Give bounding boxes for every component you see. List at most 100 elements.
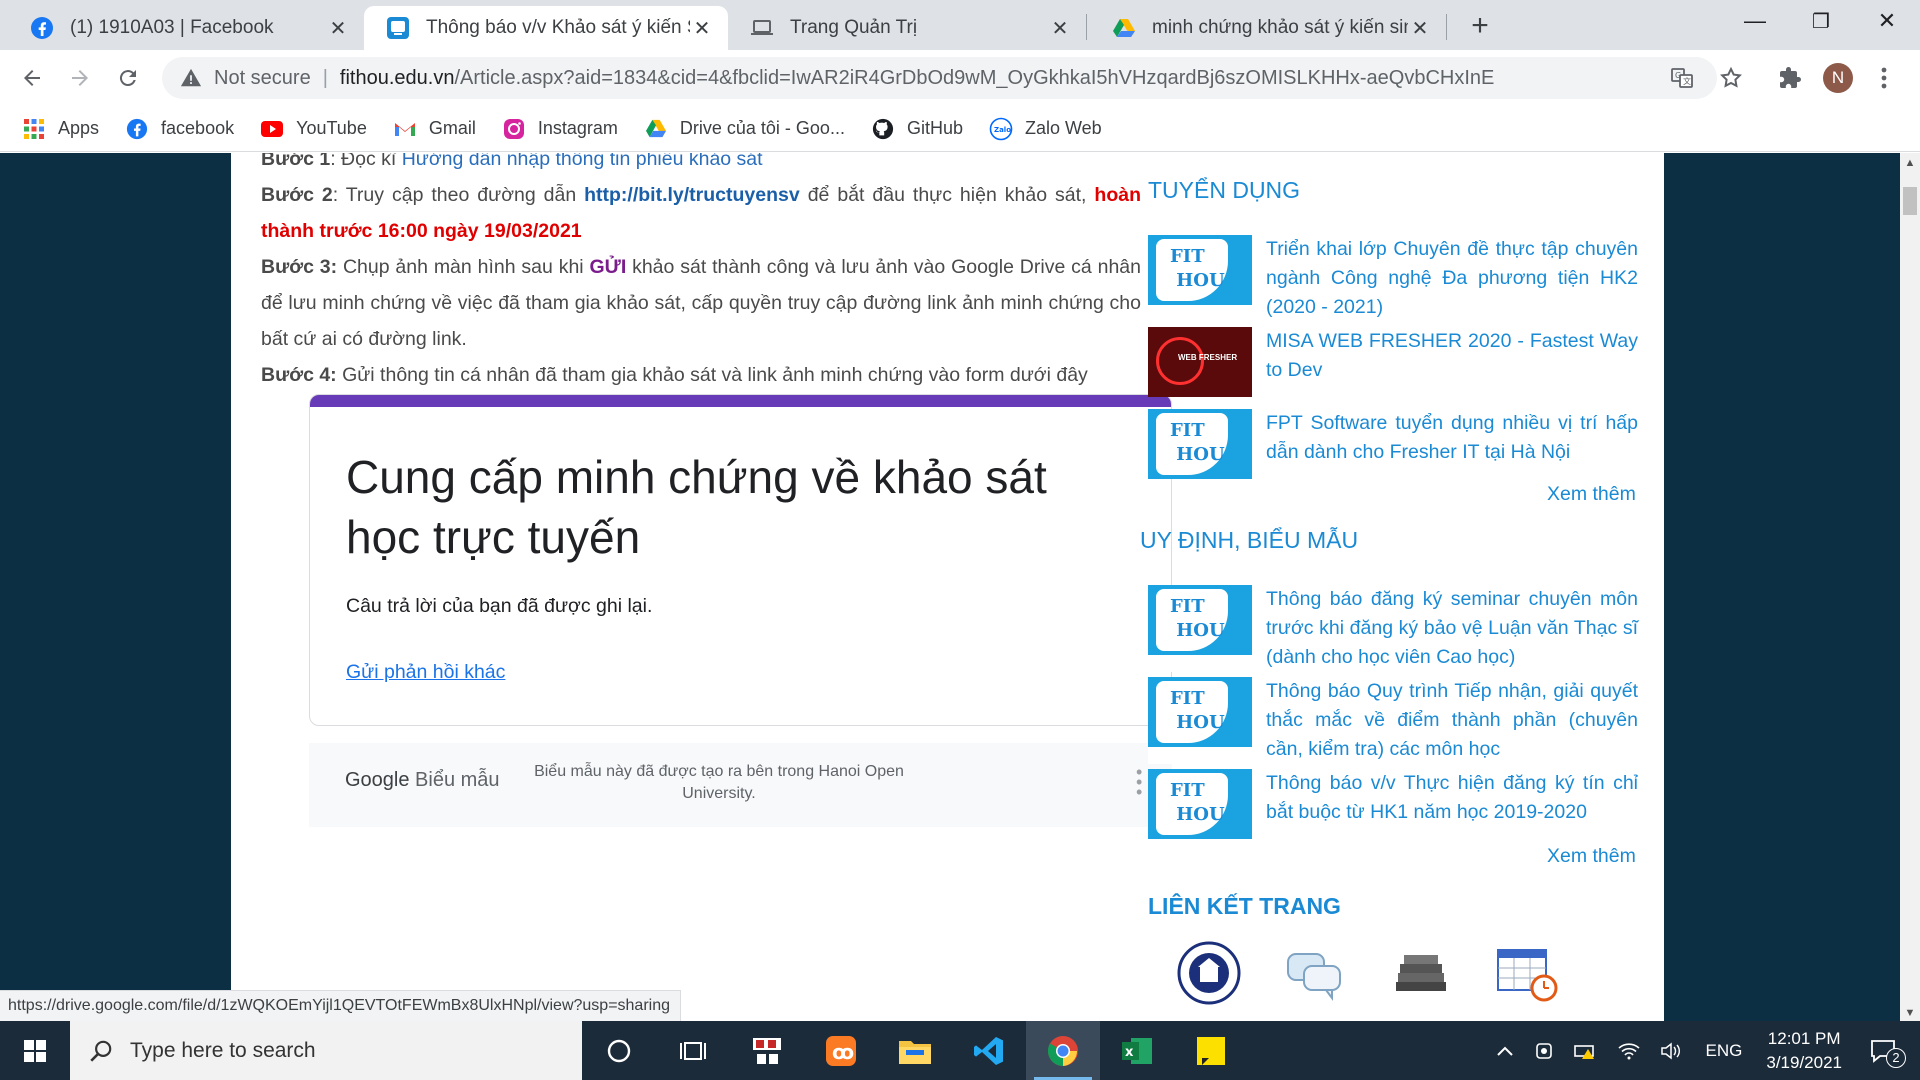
start-button[interactable] bbox=[0, 1021, 70, 1080]
form-footer-note: Biểu mẫu này đã được tạo ra bên trong Ha… bbox=[534, 763, 904, 802]
step-label: Bước 2 bbox=[261, 184, 333, 206]
news-thumbnail: FIT HOU bbox=[1148, 585, 1252, 655]
taskbar-app-excel[interactable]: x bbox=[1100, 1021, 1174, 1080]
scrollbar-thumb[interactable] bbox=[1903, 187, 1917, 215]
volume-icon[interactable] bbox=[1660, 1041, 1682, 1060]
taskbar-search[interactable]: Type here to search bbox=[70, 1021, 582, 1080]
task-view-button[interactable] bbox=[656, 1021, 730, 1080]
reload-button[interactable] bbox=[110, 60, 146, 96]
arrow-right-icon bbox=[72, 70, 88, 86]
wifi-icon[interactable] bbox=[1617, 1042, 1640, 1060]
links-heading: LIÊN KẾT TRANG bbox=[1148, 893, 1341, 919]
bookmark-instagram[interactable]: Instagram bbox=[502, 117, 618, 141]
scroll-up-arrow-icon[interactable]: ▲ bbox=[1900, 157, 1920, 169]
cortana-button[interactable] bbox=[582, 1021, 656, 1080]
svg-text:文: 文 bbox=[1683, 76, 1691, 86]
taskbar-app-xampp[interactable]: ꝏ bbox=[804, 1021, 878, 1080]
bookmark-gmail[interactable]: Gmail bbox=[393, 117, 476, 141]
search-icon bbox=[90, 1040, 112, 1062]
close-icon[interactable]: ✕ bbox=[690, 16, 714, 41]
more-options-icon[interactable]: • • • bbox=[1136, 763, 1142, 801]
submit-another-link[interactable]: Gửi phản hồi khác bbox=[346, 661, 505, 684]
bookmark-github[interactable]: GitHub bbox=[871, 117, 963, 141]
university-seal-icon[interactable] bbox=[1176, 940, 1242, 1006]
restore-button[interactable]: ❐ bbox=[1788, 0, 1854, 42]
security-label[interactable]: Not secure bbox=[214, 67, 311, 90]
show-hidden-icons-button[interactable] bbox=[1496, 1045, 1514, 1057]
scroll-down-arrow-icon[interactable]: ▼ bbox=[1900, 1007, 1920, 1019]
chat-bubbles-icon[interactable] bbox=[1282, 940, 1348, 1006]
see-more-link[interactable]: Xem thêm bbox=[1547, 845, 1636, 868]
page-viewport: Bước 1: Đọc kĩ Hướng dẫn nhập thông tin … bbox=[0, 153, 1900, 1021]
tab-strip: (1) 1910A03 | Facebook ✕ Thông báo v/v K… bbox=[0, 0, 1920, 50]
books-icon[interactable] bbox=[1388, 940, 1454, 1006]
google-drive-icon bbox=[644, 117, 668, 141]
google-forms-logo[interactable]: Google Biểu mẫu bbox=[345, 769, 500, 792]
bookmark-drive[interactable]: Drive của tôi - Goo... bbox=[644, 117, 845, 141]
input-language[interactable]: ENG bbox=[1706, 1041, 1743, 1061]
page-scrollbar[interactable]: ▲ ▼ bbox=[1900, 153, 1920, 1021]
windows-taskbar: Type here to search ꝏ x ENG 12:01 PM 3/1… bbox=[0, 1021, 1920, 1080]
separator: | bbox=[322, 66, 328, 89]
news-title[interactable]: FPT Software tuyển dụng nhiều vị trí hấp… bbox=[1266, 409, 1638, 479]
news-item[interactable]: FIT HOU Triển khai lớp Chuyên đề thực tậ… bbox=[1148, 235, 1638, 322]
address-bar[interactable]: Not secure | fithou.edu.vn /Article.aspx… bbox=[162, 57, 1717, 99]
translate-button[interactable]: G文 bbox=[1664, 60, 1700, 96]
chrome-icon bbox=[1047, 1035, 1078, 1066]
taskbar-app-vscode[interactable] bbox=[952, 1021, 1026, 1080]
tab-survey-notice[interactable]: Thông báo v/v Khảo sát ý kiến Si ✕ bbox=[364, 6, 728, 50]
taskbar-app-explorer[interactable] bbox=[878, 1021, 952, 1080]
cortana-circle-icon bbox=[607, 1039, 631, 1062]
close-icon[interactable]: ✕ bbox=[1408, 16, 1432, 41]
form-title: Cung cấp minh chứng về khảo sát học trực… bbox=[346, 451, 1047, 563]
news-item[interactable]: FIT HOU Thông báo đăng ký seminar chuyên… bbox=[1148, 585, 1638, 672]
svg-text:ꝏ: ꝏ bbox=[832, 1040, 854, 1064]
news-item[interactable]: FIT HOU Thông báo v/v Thực hiện đăng ký … bbox=[1148, 769, 1638, 839]
clock[interactable]: 12:01 PM 3/19/2021 bbox=[1766, 1027, 1842, 1075]
chrome-menu-button[interactable] bbox=[1866, 60, 1902, 96]
back-button[interactable] bbox=[14, 60, 50, 96]
profile-avatar[interactable]: N bbox=[1820, 60, 1856, 96]
new-tab-button[interactable]: + bbox=[1462, 8, 1498, 44]
taskbar-app-sticky-notes[interactable] bbox=[1174, 1021, 1248, 1080]
news-title[interactable]: MISA WEB FRESHER 2020 - Fastest Way to D… bbox=[1266, 327, 1638, 397]
news-item[interactable]: FIT HOU Thông báo Quy trình Tiếp nhận, g… bbox=[1148, 677, 1638, 764]
taskbar-app-network[interactable] bbox=[730, 1021, 804, 1080]
guide-link[interactable]: Hướng dẫn nhập thông tin phiếu khảo sát bbox=[402, 153, 763, 170]
tab-admin[interactable]: Trang Quản Trị ✕ bbox=[728, 6, 1086, 50]
forward-button[interactable] bbox=[62, 60, 98, 96]
rules-heading: UY ĐỊNH, BIỂU MẪU bbox=[1140, 527, 1359, 553]
action-center-button[interactable]: 2 bbox=[1870, 1038, 1906, 1068]
survey-link[interactable]: http://bit.ly/tructuyensv bbox=[584, 184, 800, 206]
news-title[interactable]: Thông báo đăng ký seminar chuyên môn trư… bbox=[1266, 585, 1638, 672]
extensions-button[interactable] bbox=[1772, 60, 1808, 96]
minimize-button[interactable]: — bbox=[1722, 0, 1788, 42]
close-icon[interactable]: ✕ bbox=[326, 16, 350, 41]
step-text: Gửi thông tin cá nhân đã tham gia khảo s… bbox=[336, 364, 1088, 386]
see-more-link[interactable]: Xem thêm bbox=[1547, 483, 1636, 506]
news-item[interactable]: WEB FRESHER MISA WEB FRESHER 2020 - Fast… bbox=[1148, 327, 1638, 397]
news-title[interactable]: Thông báo v/v Thực hiện đăng ký tín chỉ … bbox=[1266, 769, 1638, 839]
tab-facebook[interactable]: (1) 1910A03 | Facebook ✕ bbox=[8, 6, 364, 50]
close-icon[interactable]: ✕ bbox=[1048, 16, 1072, 41]
news-item[interactable]: FIT HOU FPT Software tuyển dụng nhiều vị… bbox=[1148, 409, 1638, 479]
bookmark-star-button[interactable] bbox=[1713, 60, 1749, 96]
taskbar-app-chrome[interactable] bbox=[1026, 1021, 1100, 1080]
news-thumbnail: FIT HOU bbox=[1148, 769, 1252, 839]
meet-now-icon[interactable] bbox=[1534, 1041, 1554, 1061]
schedule-calendar-icon[interactable] bbox=[1494, 940, 1560, 1006]
bookmark-facebook[interactable]: facebook bbox=[125, 117, 234, 141]
close-window-button[interactable]: ✕ bbox=[1854, 0, 1920, 42]
bookmark-zalo[interactable]: Zalo Zalo Web bbox=[989, 117, 1102, 141]
battery-warning-icon[interactable] bbox=[1573, 1041, 1598, 1061]
step-3: Bước 3: Chụp ảnh màn hình sau khi GỬI kh… bbox=[261, 249, 1141, 357]
step-text: để bắt đầu thực hiện khảo sát, bbox=[799, 184, 1095, 206]
tab-drive[interactable]: minh chứng khảo sát ý kiến sinh ✕ bbox=[1090, 6, 1446, 50]
translate-icon: G文 bbox=[1671, 68, 1693, 88]
news-title[interactable]: Triển khai lớp Chuyên đề thực tập chuyên… bbox=[1266, 235, 1638, 322]
step-label: Bước 3: bbox=[261, 256, 338, 278]
news-title[interactable]: Thông báo Quy trình Tiếp nhận, giải quyế… bbox=[1266, 677, 1638, 764]
bookmark-youtube[interactable]: YouTube bbox=[260, 117, 367, 141]
bookmark-apps[interactable]: Apps bbox=[22, 117, 99, 141]
form-confirmation: Câu trả lời của bạn đã được ghi lại. bbox=[346, 595, 653, 617]
